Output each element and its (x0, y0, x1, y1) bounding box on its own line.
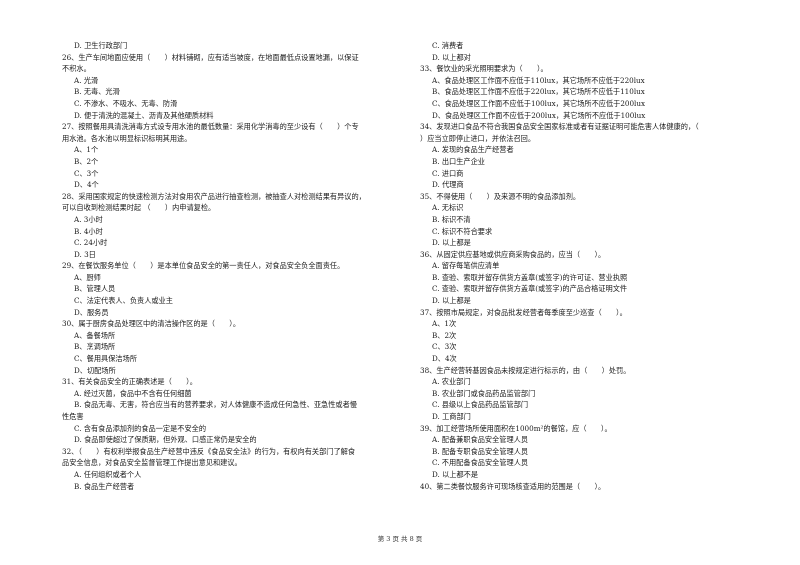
left-question-list: 26、生产车间地面应使用（ ）材料铺砌，应有适当坡度，在地面最低点设置地漏，以保… (62, 52, 402, 493)
question-stem: 40、第二类餐饮服务许可现场核查适用的范围是（ ）。 (420, 481, 606, 491)
option-line-continued: 性危害 (62, 412, 84, 421)
question-stem: 27、按照餐用具清洗消毒方式设专用水池的最低数量：采用化学消毒的至少设有（ ）个… (62, 122, 359, 132)
option-line: D. 以上都不是 (432, 469, 479, 479)
option-line: D. 代理商 (432, 180, 464, 190)
option-line: D. 工商部门 (432, 412, 471, 421)
option-line: D. 便于清洗的混凝土、沥青及其他硬质材料 (74, 110, 214, 120)
left-column: D. 卫生行政部门 26、生产车间地面应使用（ ）材料铺砌，应有适当坡度，在地面… (62, 40, 402, 492)
option-line: C. 查验、索取并留存供货方盖章(或签字)的产品合格证明文件 (432, 284, 628, 294)
question-32: 32、（ ）有权利举报食品生产经营中违反《食品安全法》的行为，有权向有关部门了解… (62, 446, 402, 492)
question-stem: 34、发现进口食品不符合我国食品安全国家标准或者有证据证明可能危害人体健康的，（ (420, 122, 699, 132)
question-stem: 不积水。 (62, 64, 91, 74)
question-stem: 36、从固定供应基地或供应商采购食品的，应当（ ）。 (420, 249, 606, 259)
option-line: B. 标识不清 (432, 214, 471, 224)
question-36: 36、从固定供应基地或供应商采购食品的，应当（ ）。 A. 留存每笔供应清单 B. … (420, 249, 760, 307)
option-line: D、服务员 (74, 307, 109, 317)
option-line: A. 无标识 (432, 203, 464, 213)
option-line: B. 查验、索取并留存供货方盖章(或签字)的许可证、营业执照 (432, 272, 628, 282)
page-footer: 第 3 页 共 8 页 (377, 535, 423, 543)
question-28: 28、采用国家规定的快速检测方法对食用农产品进行抽查检测，被抽查人对检测结果有异… (62, 191, 402, 261)
option-line: D. 以上都是 (432, 238, 471, 248)
option-line: C. 不用配备食品安全管理人员 (432, 458, 529, 468)
option-line: B. 食品生产经营者 (74, 481, 135, 491)
option-line: C、法定代表人、负责人或业主 (74, 296, 173, 306)
question-34: 34、发现进口食品不符合我国食品安全国家标准或者有证据证明可能危害人体健康的，（… (420, 121, 760, 191)
question-37: 37、按照市局规定，对食品批发经营者每季度至少巡查（ ）。 A、1次 B、2次 C、3… (420, 307, 760, 365)
question-stem: 32、（ ）有权利举报食品生产经营中违反《食品安全法》的行为，有权向有关部门了解… (62, 446, 356, 456)
option-line: D. 3日 (74, 249, 96, 259)
option-line: A、食品处理区工作面不应低于110lux，其它场所不应低于220lux (432, 75, 645, 85)
option-line: B、烹调场所 (74, 342, 116, 352)
option-line: A. 3小时 (74, 214, 103, 224)
question-27: 27、按照餐用具清洗消毒方式设专用水池的最低数量：采用化学消毒的至少设有（ ）个… (62, 121, 402, 191)
option-line: B、2次 (432, 330, 457, 340)
option-line: C. 含有食品添加剂的食品一定是不安全的 (74, 423, 207, 433)
option-line: D. 以上都是 (432, 296, 471, 306)
option-line: D、切配场所 (74, 365, 116, 375)
option-line: D. 以上都对 (432, 52, 471, 62)
question-38: 38、生产经营转基因食品未按规定进行标示的，由（ ）处罚。 A. 农业部门 B. 农… (420, 365, 760, 423)
question-stem: 28、采用国家规定的快速检测方法对食用农产品进行抽查检测，被抽查人对检测结果有异… (62, 191, 366, 201)
option-line: B. 农业部门或食品药品监管部门 (432, 388, 536, 398)
right-column: C. 消费者 D. 以上都对 33、餐饮业的采光照明要求为（ ）。 A、食品处理区… (420, 40, 760, 492)
question-40: 40、第二类餐饮服务许可现场核查适用的范围是（ ）。 (420, 481, 760, 493)
question-29: 29、在餐饮服务单位（ ）是本单位食品安全的第一责任人，对食品安全负全面责任。 A… (62, 260, 402, 318)
option-line: C、餐用具保洁场所 (74, 354, 138, 364)
option-line: C. 进口商 (432, 168, 464, 178)
question-stem: 用水池。各水池以明显标识标明其用途。 (62, 133, 192, 143)
question-stem: 35、不得使用（ ）及来源不明的食品添加剂。 (420, 191, 581, 201)
option-line: B. 食品无毒、无害，符合应当有的营养要求，对人体健康不造成任何急性、亚急性或者… (74, 400, 357, 410)
option-line: C. 县级以上食品药品监管部门 (432, 400, 529, 410)
option-line: A、厨师 (74, 272, 101, 282)
option-line: C、3次 (432, 342, 457, 352)
option-line: A、1个 (74, 145, 99, 155)
option-line: A. 发现的食品生产经营者 (432, 145, 514, 155)
option-line: B. 出口生产企业 (432, 156, 485, 166)
option-line: A. 经过灭菌，食品中不含有任何细菌 (74, 388, 192, 398)
question-stem: 37、按照市局规定，对食品批发经营者每季度至少巡查（ ）。 (420, 307, 627, 317)
question-stem: 30、属于厨房食品处理区中的清洁操作区的是（ ）。 (62, 319, 241, 329)
option-line: A、1次 (432, 319, 457, 329)
option-line: D. 食品即使超过了保质期，但外观、口感正常仍是安全的 (74, 435, 257, 445)
option-line: A. 农业部门 (432, 377, 471, 387)
option-line: B、食品处理区工作面不应低于220lux，其它场所不应低于110lux (432, 87, 645, 97)
option-line: D、食品处理区工作面不应低于200lux，其它场所不应低于100lux (432, 110, 646, 120)
option-line: A. 留存每笔供应清单 (432, 261, 500, 271)
option-line: B. 无毒、光滑 (74, 87, 120, 97)
option-line: A、备餐场所 (74, 330, 116, 340)
option-line: B、管理人员 (74, 284, 116, 294)
option-line: C. 24小时 (74, 238, 108, 248)
question-stem: 可以自收到检测结果时起 （ ）内申请复检。 (62, 203, 216, 213)
option-line: A. 配备兼职食品安全管理人员 (432, 435, 529, 445)
question-39: 39、加工经营场所使用面积在1000m²的餐馆，应（ ）。 A. 配备兼职食品安全… (420, 423, 760, 481)
question-31: 31、有关食品安全的正确表述是（ ）。 A. 经过灭菌，食品中不含有任何细菌 B. … (62, 376, 402, 446)
question-30: 30、属于厨房食品处理区中的清洁操作区的是（ ）。 A、备餐场所 B、烹调场所 C、餐… (62, 318, 402, 376)
option-line: D、4次 (432, 354, 457, 364)
question-26: 26、生产车间地面应使用（ ）材料铺砌，应有适当坡度，在地面最低点设置地漏，以保… (62, 52, 402, 122)
option-line: A. 光滑 (74, 75, 99, 85)
question-stem: 33、餐饮业的采光照明要求为（ ）。 (420, 64, 548, 74)
question-33: 33、餐饮业的采光照明要求为（ ）。 A、食品处理区工作面不应低于110lux，其… (420, 63, 760, 121)
option-line: C、3个 (74, 168, 99, 178)
option-line: C、食品处理区工作面不应低于100lux，其它场所不应低于200lux (432, 98, 646, 108)
question-stem: 26、生产车间地面应使用（ ）材料铺砌，应有适当坡度，在地面最低点设置地漏，以保… (62, 52, 359, 62)
option-line: C. 不渗水、不吸水、无毒、防滑 (74, 98, 178, 108)
question-35: 35、不得使用（ ）及来源不明的食品添加剂。 A. 无标识 B. 标识不清 C. 标识… (420, 191, 760, 249)
option-line: C. 消费者 (432, 41, 464, 50)
question-stem: 31、有关食品安全的正确表述是（ ）。 (62, 377, 197, 387)
question-stem: 品安全信息，对食品安全监督管理工作提出意见和建议。 (62, 458, 242, 468)
option-line: D. 卫生行政部门 (74, 41, 128, 50)
option-line: B. 4小时 (74, 226, 103, 236)
question-stem: 29、在餐饮服务单位（ ）是本单位食品安全的第一责任人，对食品安全负全面责任。 (62, 261, 345, 271)
question-stem: ）应当立即停止进口，并依法召回。 (420, 133, 536, 143)
option-line: B. 配备专职食品安全管理人员 (432, 446, 529, 456)
question-stem: 38、生产经营转基因食品未按规定进行标示的，由（ ）处罚。 (420, 365, 631, 375)
question-stem: 39、加工经营场所使用面积在1000m²的餐馆，应（ ）。 (420, 423, 612, 433)
option-line: B、2个 (74, 156, 99, 166)
option-line: C. 标识不符合要求 (432, 226, 493, 236)
right-question-list: 33、餐饮业的采光照明要求为（ ）。 A、食品处理区工作面不应低于110lux，其… (420, 63, 760, 492)
option-line: A. 任何组织或者个人 (74, 469, 142, 479)
option-line: D、4个 (74, 180, 99, 190)
